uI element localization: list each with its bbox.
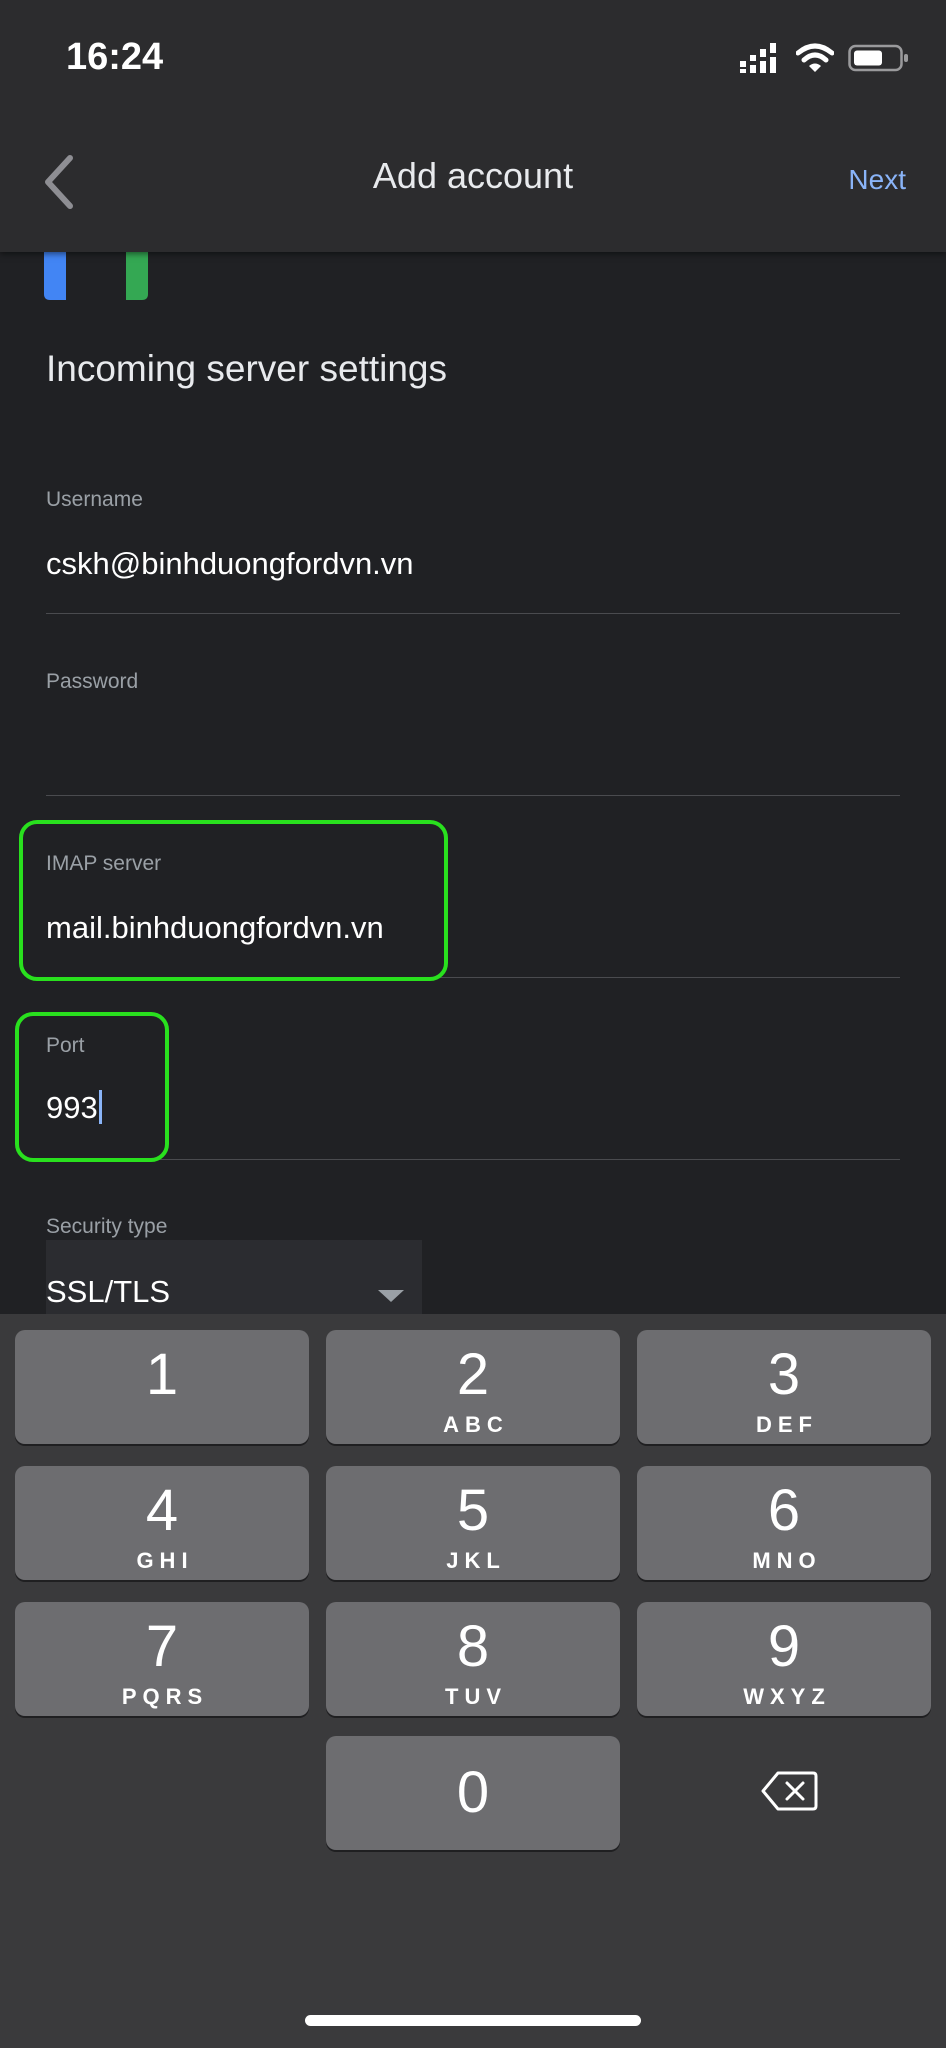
key-7[interactable]: 7 PQRS (15, 1602, 309, 1716)
page-title: Add account (372, 155, 574, 196)
home-indicator[interactable] (305, 2015, 641, 2026)
key-0[interactable]: 0 (326, 1736, 620, 1850)
port-highlight (15, 1012, 169, 1162)
key-letters: MNO (752, 1548, 822, 1573)
password-label: Password (46, 670, 139, 693)
username-label: Username (46, 488, 143, 511)
key-digit: 6 (767, 1478, 801, 1543)
wifi-icon (796, 43, 834, 72)
key-letters: PQRS (121, 1684, 209, 1709)
imap-server-highlight (19, 820, 448, 981)
key-letters: ABC (443, 1412, 509, 1437)
backspace-icon[interactable] (760, 1770, 818, 1812)
key-8[interactable]: 8 TUV (326, 1602, 620, 1716)
key-3[interactable]: 3 DEF (637, 1330, 931, 1444)
status-icons (740, 40, 910, 76)
key-digit: 5 (456, 1478, 490, 1543)
username-field[interactable]: cskh@binhduongfordvn.vn (46, 546, 414, 582)
username-underline (46, 613, 900, 614)
security-type-label: Security type (46, 1215, 168, 1238)
port-underline (46, 1159, 900, 1160)
key-digit: 4 (145, 1478, 179, 1543)
key-letters: DEF (756, 1412, 818, 1437)
key-digit: 7 (145, 1614, 179, 1679)
security-type-dropdown[interactable]: SSL/TLS (46, 1240, 422, 1316)
section-heading: Incoming server settings (46, 348, 448, 389)
top-app-bar: 16:24 Add account Next (0, 0, 946, 252)
cellular-signal-icon (740, 43, 776, 73)
next-button[interactable]: Next (848, 164, 906, 196)
status-time: 16:24 (66, 36, 164, 78)
key-6[interactable]: 6 MNO (637, 1466, 931, 1580)
security-type-value: SSL/TLS (46, 1274, 171, 1309)
key-digit: 2 (456, 1342, 490, 1407)
key-letters: TUV (445, 1684, 507, 1709)
key-digit: 1 (145, 1342, 179, 1407)
key-2[interactable]: 2 ABC (326, 1330, 620, 1444)
numeric-keypad: 1 2 ABC 3 DEF 4 GHI 5 JKL 6 MNO 7 PQRS 8… (0, 1314, 946, 2048)
key-5[interactable]: 5 JKL (326, 1466, 620, 1580)
key-1[interactable]: 1 (15, 1330, 309, 1444)
key-9[interactable]: 9 WXYZ (637, 1602, 931, 1716)
key-digit: 0 (456, 1760, 490, 1825)
dropdown-caret-icon (378, 1290, 404, 1302)
password-underline (46, 795, 900, 796)
key-letters: WXYZ (743, 1684, 831, 1709)
password-field[interactable] (46, 728, 900, 778)
key-letters: JKL (446, 1548, 506, 1573)
key-letters: GHI (136, 1548, 194, 1573)
battery-icon (848, 44, 908, 72)
key-digit: 9 (767, 1614, 801, 1679)
key-digit: 3 (767, 1342, 801, 1407)
key-digit: 8 (456, 1614, 490, 1679)
key-4[interactable]: 4 GHI (15, 1466, 309, 1580)
